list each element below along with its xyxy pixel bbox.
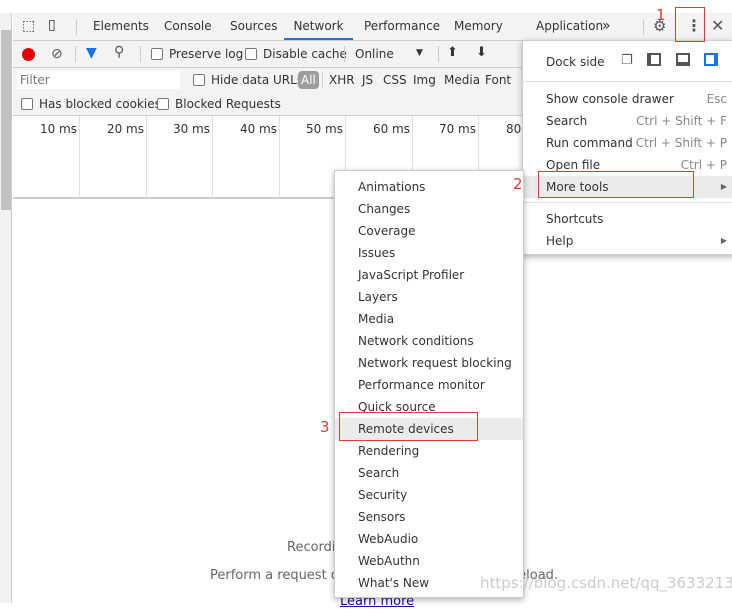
customize-menu: Dock side ❐ Show console drawer Esc Searc… bbox=[522, 40, 732, 255]
filter-icon[interactable]: ▼ bbox=[86, 45, 97, 61]
more-tabs-button[interactable]: » bbox=[602, 13, 611, 40]
tab-console[interactable]: Console bbox=[164, 13, 212, 40]
hide-data-urls-label: Hide data URLs bbox=[211, 73, 304, 87]
submenu-arrow-icon: ▶ bbox=[720, 182, 727, 191]
search-icon[interactable]: ⚲ bbox=[114, 44, 124, 60]
filter-type-font[interactable]: Font bbox=[485, 73, 511, 87]
disable-cache-label: Disable cache bbox=[263, 47, 347, 61]
tab-memory[interactable]: Memory bbox=[454, 13, 503, 40]
inspect-element-icon[interactable]: ⬚ bbox=[22, 18, 35, 34]
export-har-icon[interactable]: ⬇ bbox=[476, 45, 487, 60]
annotation-box-3 bbox=[339, 412, 478, 441]
scrollbar-thumb[interactable] bbox=[1, 30, 11, 210]
filter-type-all[interactable]: All bbox=[298, 71, 319, 89]
submenu-item-layers[interactable]: Layers bbox=[335, 286, 523, 308]
menu-item-label: Show console drawer bbox=[546, 92, 674, 106]
blocked-requests-checkbox[interactable] bbox=[157, 98, 169, 110]
submenu-item-issues[interactable]: Issues bbox=[335, 242, 523, 264]
menu-item-label: Search bbox=[546, 114, 588, 128]
clear-icon[interactable]: ⊘ bbox=[51, 46, 63, 62]
shortcut: Esc bbox=[706, 92, 727, 106]
submenu-item-webauthn[interactable]: WebAuthn bbox=[335, 550, 523, 572]
tick-label: 50 ms bbox=[305, 122, 343, 136]
chevron-down-icon: ▼ bbox=[416, 48, 423, 58]
shortcut: Ctrl + Shift + P bbox=[635, 136, 727, 150]
tick-label: 10 ms bbox=[39, 122, 77, 136]
submenu-item-animations[interactable]: Animations bbox=[335, 176, 523, 198]
filter-type-img[interactable]: Img bbox=[413, 73, 436, 87]
import-har-icon[interactable]: ⬆ bbox=[447, 45, 458, 60]
submenu-item-javascript-profiler[interactable]: JavaScript Profiler bbox=[335, 264, 523, 286]
filter-type-js[interactable]: JS bbox=[362, 73, 373, 87]
menu-item-show-console-drawer[interactable]: Show console drawer Esc bbox=[523, 88, 732, 110]
annotation-box-2 bbox=[538, 171, 694, 198]
submenu-item-security[interactable]: Security bbox=[335, 484, 523, 506]
dock-right-icon[interactable] bbox=[704, 53, 718, 66]
annotation-number-1: 1 bbox=[656, 6, 666, 24]
tab-elements[interactable]: Elements bbox=[93, 13, 149, 40]
has-blocked-cookies-label: Has blocked cookies bbox=[39, 97, 161, 111]
filter-input[interactable] bbox=[17, 71, 180, 89]
menu-item-help[interactable]: Help ▶ bbox=[523, 230, 732, 252]
dock-bottom-icon[interactable] bbox=[676, 53, 690, 66]
shortcut: Ctrl + Shift + F bbox=[636, 114, 727, 128]
more-tools-submenu: Animations Changes Coverage Issues JavaScrip… bbox=[334, 170, 524, 598]
menu-item-label: Run command bbox=[546, 136, 633, 150]
menu-item-run-command[interactable]: Run command Ctrl + Shift + P bbox=[523, 132, 732, 154]
dock-left-icon[interactable] bbox=[647, 53, 661, 66]
tab-application[interactable]: Application bbox=[536, 13, 603, 40]
submenu-item-rendering[interactable]: Rendering bbox=[335, 440, 523, 462]
submenu-item-changes[interactable]: Changes bbox=[335, 198, 523, 220]
tab-sources[interactable]: Sources bbox=[230, 13, 277, 40]
tick-label: 70 ms bbox=[438, 122, 476, 136]
annotation-box-1 bbox=[675, 7, 705, 42]
menu-item-label: Shortcuts bbox=[546, 212, 604, 226]
undock-icon[interactable]: ❐ bbox=[621, 53, 633, 68]
tick-label: 60 ms bbox=[372, 122, 410, 136]
menu-item-label: Help bbox=[546, 234, 574, 248]
watermark: https://blog.csdn.net/qq_36332133 bbox=[480, 574, 732, 592]
preserve-log-label: Preserve log bbox=[169, 47, 244, 61]
submenu-arrow-icon: ▶ bbox=[720, 236, 727, 245]
tab-performance[interactable]: Performance bbox=[364, 13, 440, 40]
device-toolbar-icon[interactable]: ▯ bbox=[48, 17, 56, 33]
submenu-item-media[interactable]: Media bbox=[335, 308, 523, 330]
submenu-item-search[interactable]: Search bbox=[335, 462, 523, 484]
annotation-number-3: 3 bbox=[320, 418, 330, 436]
disable-cache-checkbox[interactable] bbox=[245, 48, 257, 60]
tab-network[interactable]: Network bbox=[284, 13, 353, 40]
devtools-tabbar: ⬚ ▯ Elements Console Sources Network Per… bbox=[13, 13, 732, 41]
throttling-select[interactable]: Online bbox=[355, 47, 394, 61]
tick-label: 40 ms bbox=[239, 122, 277, 136]
filter-type-xhr[interactable]: XHR bbox=[329, 73, 355, 87]
submenu-item-performance-monitor[interactable]: Performance monitor bbox=[335, 374, 523, 396]
close-icon[interactable]: ✕ bbox=[711, 16, 724, 35]
menu-item-shortcuts[interactable]: Shortcuts bbox=[523, 208, 732, 230]
menu-item-search[interactable]: Search Ctrl + Shift + F bbox=[523, 110, 732, 132]
submenu-item-webaudio[interactable]: WebAudio bbox=[335, 528, 523, 550]
tick-label: 20 ms bbox=[106, 122, 144, 136]
menu-item-label: Open file bbox=[546, 158, 601, 172]
blocked-requests-label: Blocked Requests bbox=[175, 97, 281, 111]
has-blocked-cookies-checkbox[interactable] bbox=[21, 98, 33, 110]
filter-type-media[interactable]: Media bbox=[444, 73, 480, 87]
preserve-log-checkbox[interactable] bbox=[151, 48, 163, 60]
record-icon[interactable] bbox=[22, 48, 35, 61]
tick-label: 30 ms bbox=[172, 122, 210, 136]
hide-data-urls-checkbox[interactable] bbox=[193, 74, 205, 86]
submenu-item-sensors[interactable]: Sensors bbox=[335, 506, 523, 528]
submenu-item-network-request-blocking[interactable]: Network request blocking bbox=[335, 352, 523, 374]
submenu-item-network-conditions[interactable]: Network conditions bbox=[335, 330, 523, 352]
filter-type-css[interactable]: CSS bbox=[383, 73, 407, 87]
submenu-item-coverage[interactable]: Coverage bbox=[335, 220, 523, 242]
annotation-number-2: 2 bbox=[513, 175, 523, 193]
